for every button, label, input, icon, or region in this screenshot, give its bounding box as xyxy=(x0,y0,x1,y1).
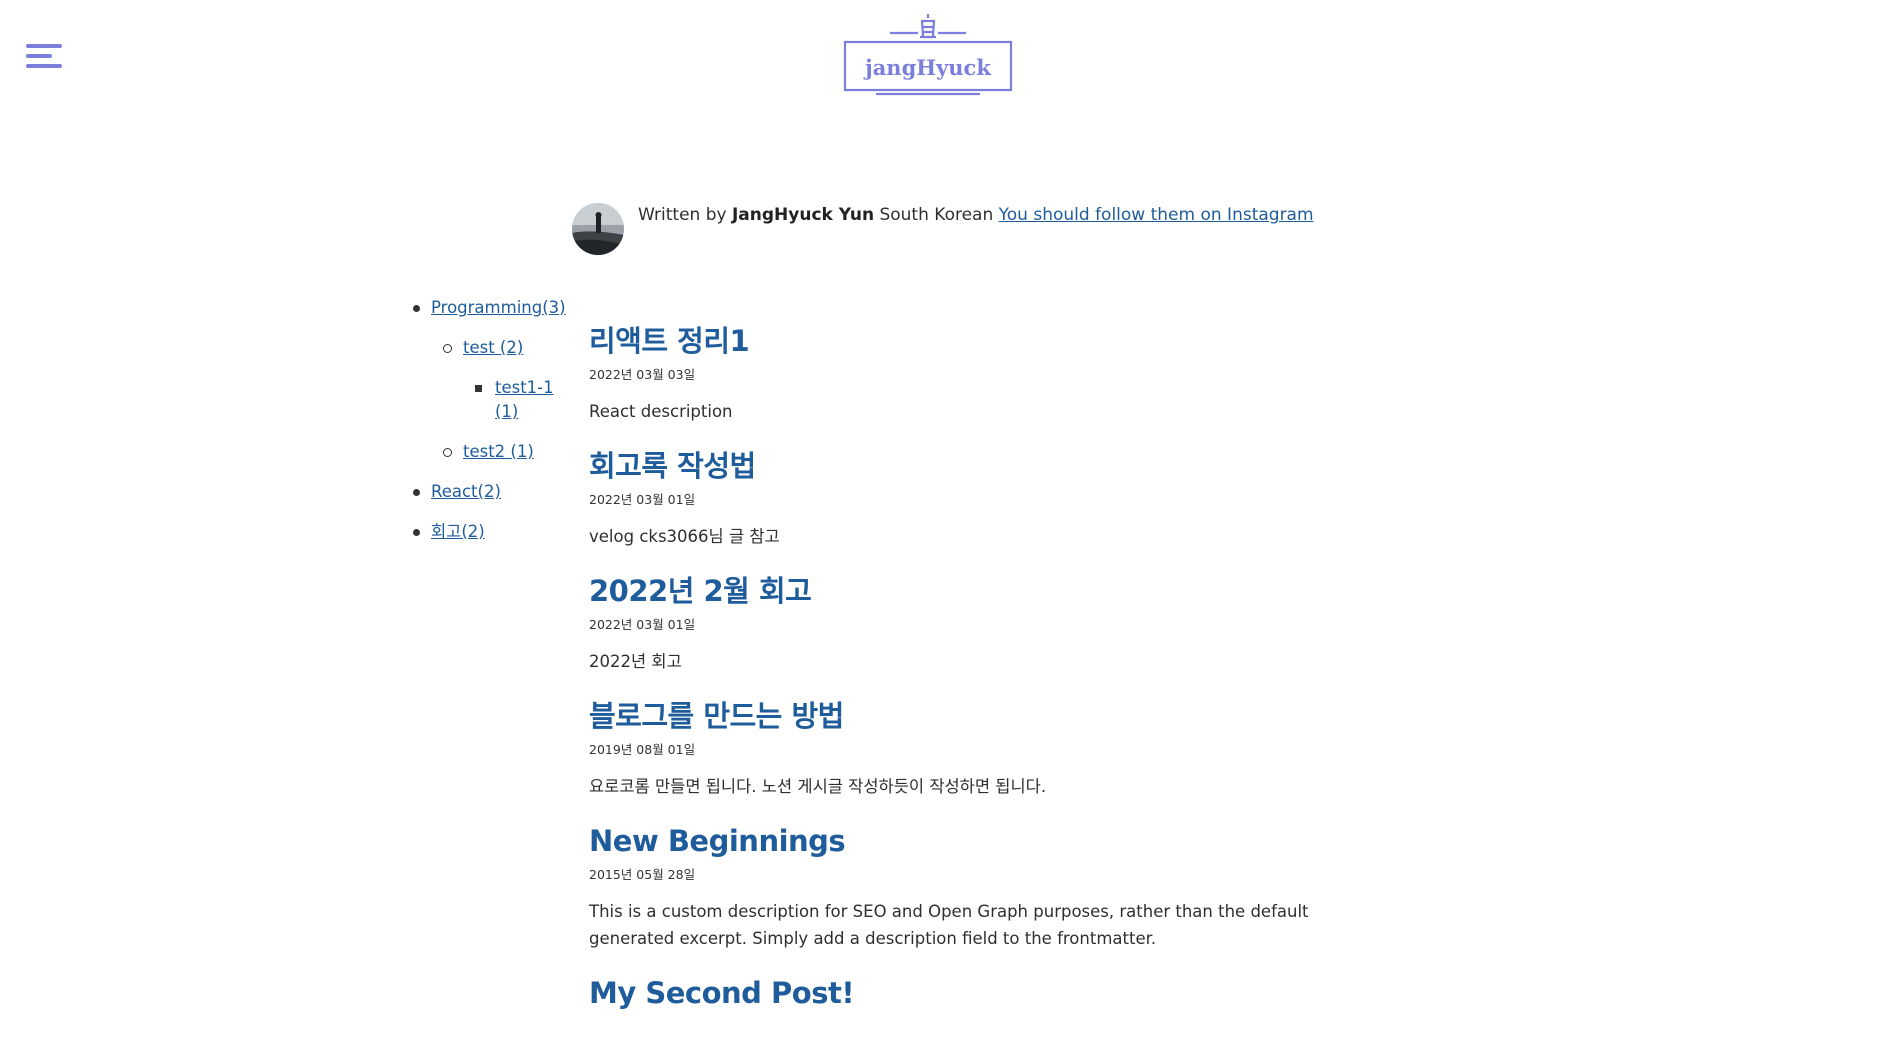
category-link-programming[interactable]: Programming(3) xyxy=(431,298,566,317)
post-item: 리액트 정리1 2022년 03월 03일 React description xyxy=(589,318,1319,425)
logo-text: jangHyuck xyxy=(863,55,991,80)
category-item-programming: Programming(3) test (2) test1-1 (1) test2… xyxy=(410,296,566,464)
post-title[interactable]: 리액트 정리1 xyxy=(589,318,1319,364)
post-description: velog cks3066님 글 참고 xyxy=(589,527,780,546)
post-item: 2022년 2월 회고 2022년 03월 01일 2022년 회고 xyxy=(589,568,1319,675)
site-logo[interactable]: jangHyuck xyxy=(842,12,1014,96)
category-link-test1-1[interactable]: test1-1 (1) xyxy=(495,378,554,421)
author-bio: Written by JangHyuck Yun South Korean Yo… xyxy=(572,196,1314,255)
post-title[interactable]: 회고록 작성법 xyxy=(589,443,1319,489)
category-item-test: test (2) test1-1 (1) xyxy=(431,336,560,424)
category-link-test1-1-name: test1-1 xyxy=(495,378,554,397)
category-item-retro: 회고(2) xyxy=(410,520,560,544)
post-title[interactable]: My Second Post! xyxy=(589,970,1319,1016)
category-item-test2: test2 (1) xyxy=(431,440,560,464)
post-item: 블로그를 만드는 방법 2019년 08월 01일 요로코롬 만들면 됩니다. … xyxy=(589,693,1319,800)
bio-author-name: JangHyuck Yun xyxy=(731,205,875,225)
post-description: 요로코롬 만들면 됩니다. 노션 게시글 작성하듯이 작성하면 됩니다. xyxy=(589,777,1047,796)
bio-text: Written by JangHyuck Yun South Korean Yo… xyxy=(638,205,1314,225)
post-item: New Beginnings 2015년 05월 28일 This is a c… xyxy=(589,818,1319,952)
lighthouse-icon: jangHyuck xyxy=(843,14,1013,96)
post-description: 2022년 회고 xyxy=(589,652,682,671)
post-title[interactable]: 2022년 2월 회고 xyxy=(589,568,1319,614)
category-link-test2[interactable]: test2 (1) xyxy=(463,442,534,461)
post-item: My Second Post! xyxy=(589,970,1319,1016)
post-item: 회고록 작성법 2022년 03월 01일 velog cks3066님 글 참… xyxy=(589,443,1319,550)
instagram-link[interactable]: You should follow them on Instagram xyxy=(999,205,1314,225)
post-description: This is a custom description for SEO and… xyxy=(589,902,1309,948)
post-date: 2022년 03월 01일 xyxy=(589,492,696,507)
post-date: 2022년 03월 03일 xyxy=(589,367,696,382)
post-date: 2019년 08월 01일 xyxy=(589,742,696,757)
post-date: 2015년 05월 28일 xyxy=(589,867,696,882)
hamburger-menu-icon[interactable] xyxy=(26,42,62,70)
post-date: 2022년 03월 01일 xyxy=(589,617,696,632)
category-link-test1-1-count: (1) xyxy=(495,402,519,421)
post-title[interactable]: 블로그를 만드는 방법 xyxy=(589,693,1319,739)
bio-written-by: Written by xyxy=(638,205,727,225)
category-item-react: React(2) xyxy=(410,480,560,504)
post-list: 리액트 정리1 2022년 03월 03일 React description … xyxy=(589,318,1319,1034)
bio-summary: South Korean xyxy=(879,205,994,225)
post-description: React description xyxy=(589,402,733,421)
category-list: Programming(3) test (2) test1-1 (1) test2… xyxy=(410,296,566,560)
author-avatar xyxy=(572,203,624,255)
category-link-retro[interactable]: 회고(2) xyxy=(431,522,485,541)
category-item-test1-1: test1-1 (1) xyxy=(463,376,560,424)
post-title[interactable]: New Beginnings xyxy=(589,818,1319,864)
category-link-test[interactable]: test (2) xyxy=(463,338,523,357)
category-link-react[interactable]: React(2) xyxy=(431,482,501,501)
